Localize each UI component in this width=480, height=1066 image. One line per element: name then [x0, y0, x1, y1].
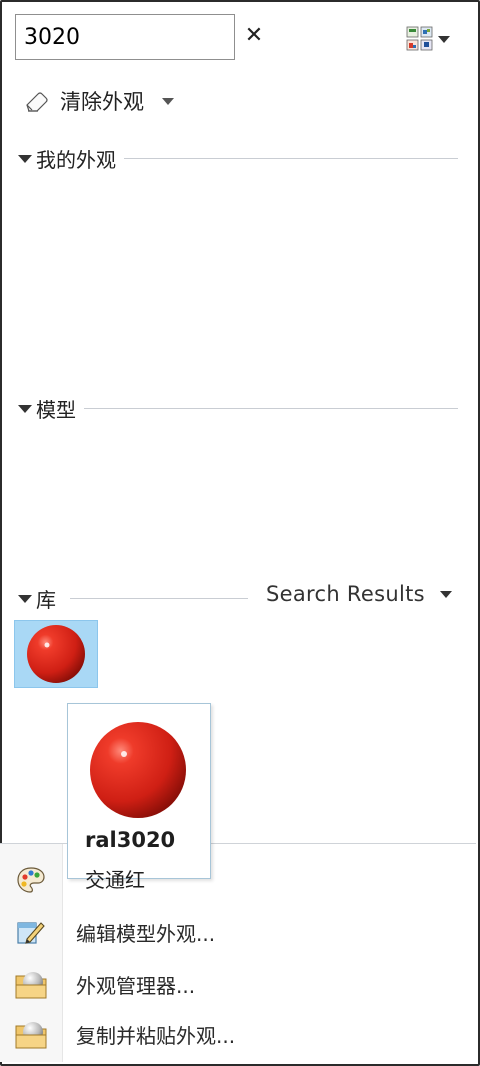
search-results-dropdown[interactable]: Search Results [266, 582, 452, 606]
search-input[interactable] [24, 24, 234, 50]
library-item-tooltip: ral3020 交通红 [67, 703, 211, 892]
view-grid-icon [406, 26, 433, 51]
section-title: 我的外观 [36, 148, 116, 172]
section-divider [70, 598, 248, 599]
chevron-down-icon [438, 35, 450, 43]
chevron-down-icon[interactable] [162, 97, 174, 105]
palette-icon [17, 867, 45, 893]
red-sphere-thumbnail [27, 625, 85, 683]
section-model[interactable]: 模型 [18, 394, 458, 423]
eraser-icon [26, 92, 48, 112]
section-my-appearances[interactable]: 我的外观 [18, 144, 458, 173]
library-item-ral3020[interactable] [14, 620, 98, 688]
copy-paste-appearance-item[interactable]: 复制并粘贴外观... [0, 1010, 476, 1058]
copy-paste-appearance-icon [15, 1022, 47, 1049]
edit-appearance-icon [17, 922, 45, 944]
collapse-caret-icon[interactable] [18, 154, 32, 163]
view-switch-button[interactable] [406, 26, 450, 52]
clear-appearance-label: 清除外观 [60, 90, 144, 114]
close-icon[interactable]: ✕ [243, 22, 265, 50]
tooltip-material-name: ral3020 [85, 828, 176, 852]
collapse-caret-icon[interactable] [18, 594, 32, 603]
red-sphere-preview [90, 722, 186, 818]
edit-model-appearance-label: 编辑模型外观... [76, 921, 216, 946]
appearance-manager-label: 外观管理器... [76, 973, 196, 998]
section-divider [124, 158, 458, 159]
copy-paste-appearance-label: 复制并粘贴外观... [76, 1023, 236, 1048]
search-input-box[interactable] [15, 14, 235, 60]
collapse-caret-icon[interactable] [18, 404, 32, 413]
appearance-manager-icon [15, 972, 47, 999]
section-divider [84, 408, 458, 409]
section-title: 模型 [36, 398, 76, 422]
appearance-manager-item[interactable]: 外观管理器... [0, 960, 476, 1008]
section-title: 库 [36, 588, 56, 612]
search-results-label: Search Results [266, 582, 425, 606]
chevron-down-icon [440, 590, 452, 598]
tooltip-material-description: 交通红 [85, 868, 145, 892]
clear-appearance-button[interactable]: 清除外观 [24, 86, 174, 116]
edit-model-appearance-item[interactable]: 编辑模型外观... [0, 908, 476, 956]
